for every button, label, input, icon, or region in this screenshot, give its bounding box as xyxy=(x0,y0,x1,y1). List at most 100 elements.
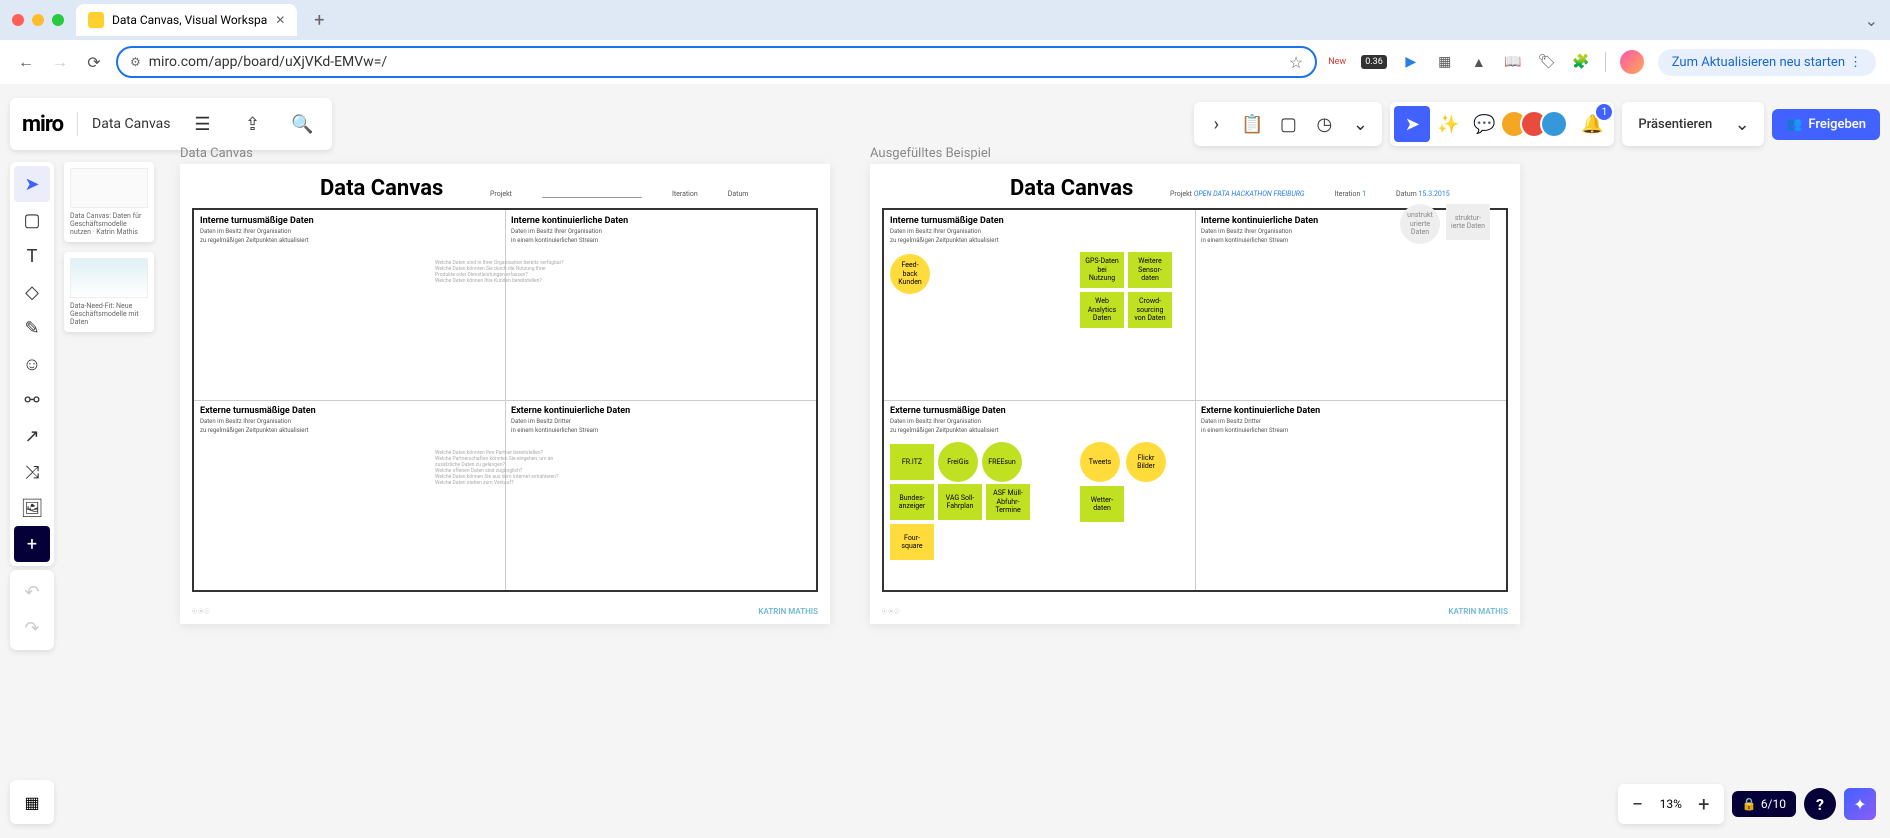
export-icon[interactable]: ⇪ xyxy=(234,106,270,142)
collaborator-avatars[interactable] xyxy=(1508,110,1568,138)
timer-icon[interactable]: ◷ xyxy=(1306,106,1342,142)
search-icon[interactable]: 🔍 xyxy=(284,106,320,142)
forward-button[interactable]: → xyxy=(48,50,72,74)
pen-tool[interactable]: ✎ xyxy=(14,310,50,346)
zoom-in-button[interactable]: + xyxy=(1688,788,1720,820)
select-tool[interactable]: ➤ xyxy=(14,166,50,202)
sticky-feedback[interactable]: Feed-back Kunden xyxy=(890,254,930,294)
history-icon[interactable]: 📋 xyxy=(1234,106,1270,142)
close-window[interactable] xyxy=(12,14,24,26)
divider xyxy=(1605,52,1606,72)
chevron-right-icon[interactable]: › xyxy=(1198,106,1234,142)
cc-icons: ⓒ ⓞ ⓘ xyxy=(882,608,899,615)
miro-logo[interactable]: miro xyxy=(22,112,63,137)
frame-thumbnail[interactable]: Data Canvas: Daten für Geschäftsmodelle … xyxy=(64,162,154,242)
sticky-tweets[interactable]: Tweets xyxy=(1080,442,1120,482)
canvas-title: Data Canvas xyxy=(1010,176,1133,201)
frames-toggle[interactable]: ▦ xyxy=(10,780,54,824)
shape-tool[interactable]: ◇ xyxy=(14,274,50,310)
sticky-sensor[interactable]: Weitere Sensor-daten xyxy=(1128,252,1172,288)
sticky-struct[interactable]: struktur-ierte Daten xyxy=(1446,204,1490,240)
sticky-fritz[interactable]: FR.ITZ xyxy=(890,444,934,480)
canvas-frame-template[interactable]: Data Canvas Projekt Iteration Datum Inte… xyxy=(180,164,830,624)
quad-hint: Welche Daten könnten Ihre Partner bereit… xyxy=(435,450,565,486)
quad-sub: Daten im Besitz Dritter xyxy=(511,418,810,425)
objects-counter[interactable]: 🔒6/10 xyxy=(1732,791,1796,817)
collab-controls: ➤ ✨ 💬 🔔1 xyxy=(1390,102,1614,146)
frame-thumb-title: Data-Need-Fit: Neue Geschäftsmodelle mit… xyxy=(70,302,148,326)
image-tool[interactable]: 🖼 xyxy=(14,490,50,526)
ai-button[interactable]: ✦ xyxy=(1844,788,1876,820)
site-info-icon[interactable]: ⚙ xyxy=(130,55,141,69)
sticky-vag[interactable]: VAG Soll-Fahrplan xyxy=(938,484,982,520)
ext-video-icon[interactable]: ▶ xyxy=(1401,52,1421,72)
zoom-out-button[interactable]: − xyxy=(1622,788,1654,820)
board-title[interactable]: Data Canvas xyxy=(92,116,170,132)
sticky-flickr[interactable]: Flickr Bilder xyxy=(1126,442,1166,482)
miro-canvas[interactable]: miro Data Canvas ☰ ⇪ 🔍 › 📋 ▢ ◷ ⌄ ➤ ✨ 💬 xyxy=(0,84,1890,838)
sticky-unstruct[interactable]: unstrukt urierte Daten xyxy=(1400,204,1440,244)
share-button[interactable]: 👥Freigeben xyxy=(1772,109,1880,140)
emoji-tool[interactable]: ☺ xyxy=(14,346,50,382)
star-icon[interactable]: ☆ xyxy=(1289,53,1303,72)
frame-thumbnail[interactable]: Data-Need-Fit: Neue Geschäftsmodelle mit… xyxy=(64,252,154,332)
sticky-web[interactable]: Web Analytics Daten xyxy=(1080,292,1124,328)
quad-title: Interne kontinuierliche Daten xyxy=(511,216,810,226)
add-tool[interactable]: + xyxy=(14,526,50,562)
undo-button[interactable]: ↶ xyxy=(14,574,50,610)
tabs-dropdown-icon[interactable]: ⌄ xyxy=(1865,11,1878,30)
text-tool[interactable]: T xyxy=(14,238,50,274)
maximize-window[interactable] xyxy=(52,14,64,26)
sticky-asf[interactable]: ASF Müll-Abfuhr-Termine xyxy=(986,484,1030,520)
zoom-value[interactable]: 13% xyxy=(1654,797,1688,811)
tab-title: Data Canvas, Visual Workspa xyxy=(112,13,267,27)
ext-tag-icon[interactable]: 🏷 xyxy=(1537,52,1557,72)
sticky-freigis[interactable]: FreiGis xyxy=(938,442,978,482)
sticky-wetter[interactable]: Wetter-daten xyxy=(1080,486,1124,522)
url-input[interactable]: ⚙ miro.com/app/board/uXjVKd-EMVw=/ ☆ xyxy=(116,46,1317,78)
canvas-footer: ⓒ ⓞ ⓘ KATRIN MATHIS xyxy=(882,607,1508,616)
comments-icon[interactable]: 💬 xyxy=(1466,106,1502,142)
ext-triangle-icon[interactable]: ▲ xyxy=(1469,52,1489,72)
sticky-crowd[interactable]: Crowd-sourcing von Daten xyxy=(1128,292,1172,328)
minimize-window[interactable] xyxy=(32,14,44,26)
reload-button[interactable]: ⟳ xyxy=(82,50,106,74)
sticky-gps[interactable]: GPS-Daten bei Nutzung xyxy=(1080,252,1124,288)
update-button[interactable]: Zum Aktualisieren neu starten⋮ xyxy=(1658,49,1876,76)
reactions-icon[interactable]: ✨ xyxy=(1430,106,1466,142)
menu-icon[interactable]: ☰ xyxy=(184,106,220,142)
new-tab-button[interactable]: + xyxy=(305,6,333,34)
sticky-tool[interactable]: ▢ xyxy=(14,202,50,238)
close-tab-icon[interactable]: ✕ xyxy=(275,13,285,27)
board-content[interactable]: Data Canvas Data Canvas Projekt Iteratio… xyxy=(170,144,1890,838)
cursor-tool-icon[interactable]: ➤ xyxy=(1394,106,1430,142)
present-button[interactable]: Präsentieren xyxy=(1626,109,1724,140)
redo-button[interactable]: ↷ xyxy=(14,610,50,646)
cc-icons: ⓒ ⓞ ⓘ xyxy=(192,608,209,615)
ext-score[interactable]: 0.36 xyxy=(1361,55,1387,69)
present-dropdown-icon[interactable]: ⌄ xyxy=(1724,106,1760,142)
notifications-icon[interactable]: 🔔1 xyxy=(1574,106,1610,142)
board-header: miro Data Canvas ☰ ⇪ 🔍 xyxy=(10,98,332,150)
sticky-bundes[interactable]: Bundes-anzeiger xyxy=(890,484,934,520)
help-button[interactable]: ? xyxy=(1804,788,1836,820)
ext-grid-icon[interactable]: ▦ xyxy=(1435,52,1455,72)
miro-favicon xyxy=(88,12,104,28)
quad-title: Interne turnusmäßige Daten xyxy=(890,216,1189,226)
ext-puzzle-icon[interactable]: 🧩 xyxy=(1571,52,1591,72)
line-tool[interactable]: ↗ xyxy=(14,418,50,454)
sticky-freesun[interactable]: FREEsun xyxy=(982,442,1022,482)
browser-tab[interactable]: Data Canvas, Visual Workspa ✕ xyxy=(76,4,297,36)
frame-label[interactable]: Data Canvas xyxy=(180,146,253,161)
connector-tool[interactable]: ⚯ xyxy=(14,382,50,418)
ext-new[interactable]: New xyxy=(1327,52,1347,72)
user-avatar[interactable] xyxy=(1620,50,1644,74)
ext-book-icon[interactable]: 📖 xyxy=(1503,52,1523,72)
frame-icon[interactable]: ▢ xyxy=(1270,106,1306,142)
sticky-foursq[interactable]: Four-square xyxy=(890,524,934,560)
present-share: Präsentieren ⌄ xyxy=(1622,102,1764,146)
random-tool[interactable]: ⤨ xyxy=(14,454,50,490)
frame-label[interactable]: Ausgefülltes Beispiel xyxy=(870,146,991,161)
back-button[interactable]: ← xyxy=(14,50,38,74)
more-icon[interactable]: ⌄ xyxy=(1342,106,1378,142)
